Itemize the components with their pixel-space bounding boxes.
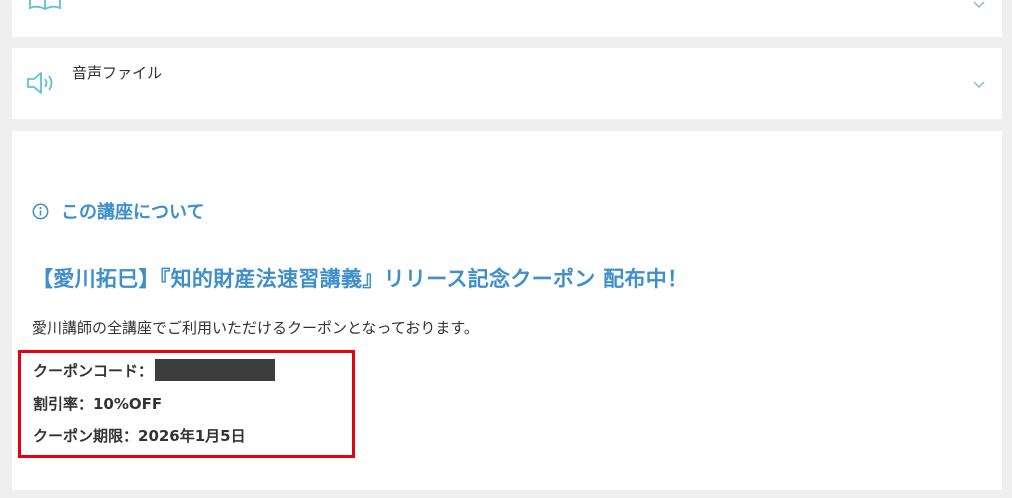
info-icon xyxy=(32,203,49,219)
chevron-down-icon[interactable] xyxy=(972,80,986,90)
accordion-audio-file[interactable]: 音声ファイル xyxy=(12,48,1002,119)
about-course-section: この講座について 【愛川拓巳】『知的財産法速習講義』リリース記念クーポン 配布中… xyxy=(12,131,1002,490)
accordion-text-materials[interactable] xyxy=(12,0,1002,37)
coupon-highlight-box: クーポンコード： 割引率：10%OFF クーポン期限：2026年1月5日 xyxy=(18,350,355,458)
about-title: この講座について xyxy=(61,202,205,223)
book-icon xyxy=(29,0,61,11)
page: 音声ファイル この講座について 【愛川拓巳】『知的財産法速習講義』リリース記念ク… xyxy=(0,0,1012,498)
about-header: この講座について xyxy=(32,198,204,224)
speaker-icon xyxy=(27,72,53,94)
coupon-code-row: クーポンコード： xyxy=(33,359,276,381)
coupon-code-redacted xyxy=(155,359,276,381)
chevron-down-icon[interactable] xyxy=(972,0,986,10)
coupon-code-label: クーポンコード： xyxy=(33,361,154,380)
campaign-title: 【愛川拓巳】『知的財産法速習講義』リリース記念クーポン 配布中！ xyxy=(32,267,689,291)
coupon-expiry: クーポン期限：2026年1月5日 xyxy=(33,427,246,445)
audio-file-label: 音声ファイル xyxy=(72,64,163,82)
campaign-description: 愛川講師の全講座でご利用いただけるクーポンとなっております。 xyxy=(32,319,479,337)
coupon-rate: 割引率：10%OFF xyxy=(33,395,163,413)
